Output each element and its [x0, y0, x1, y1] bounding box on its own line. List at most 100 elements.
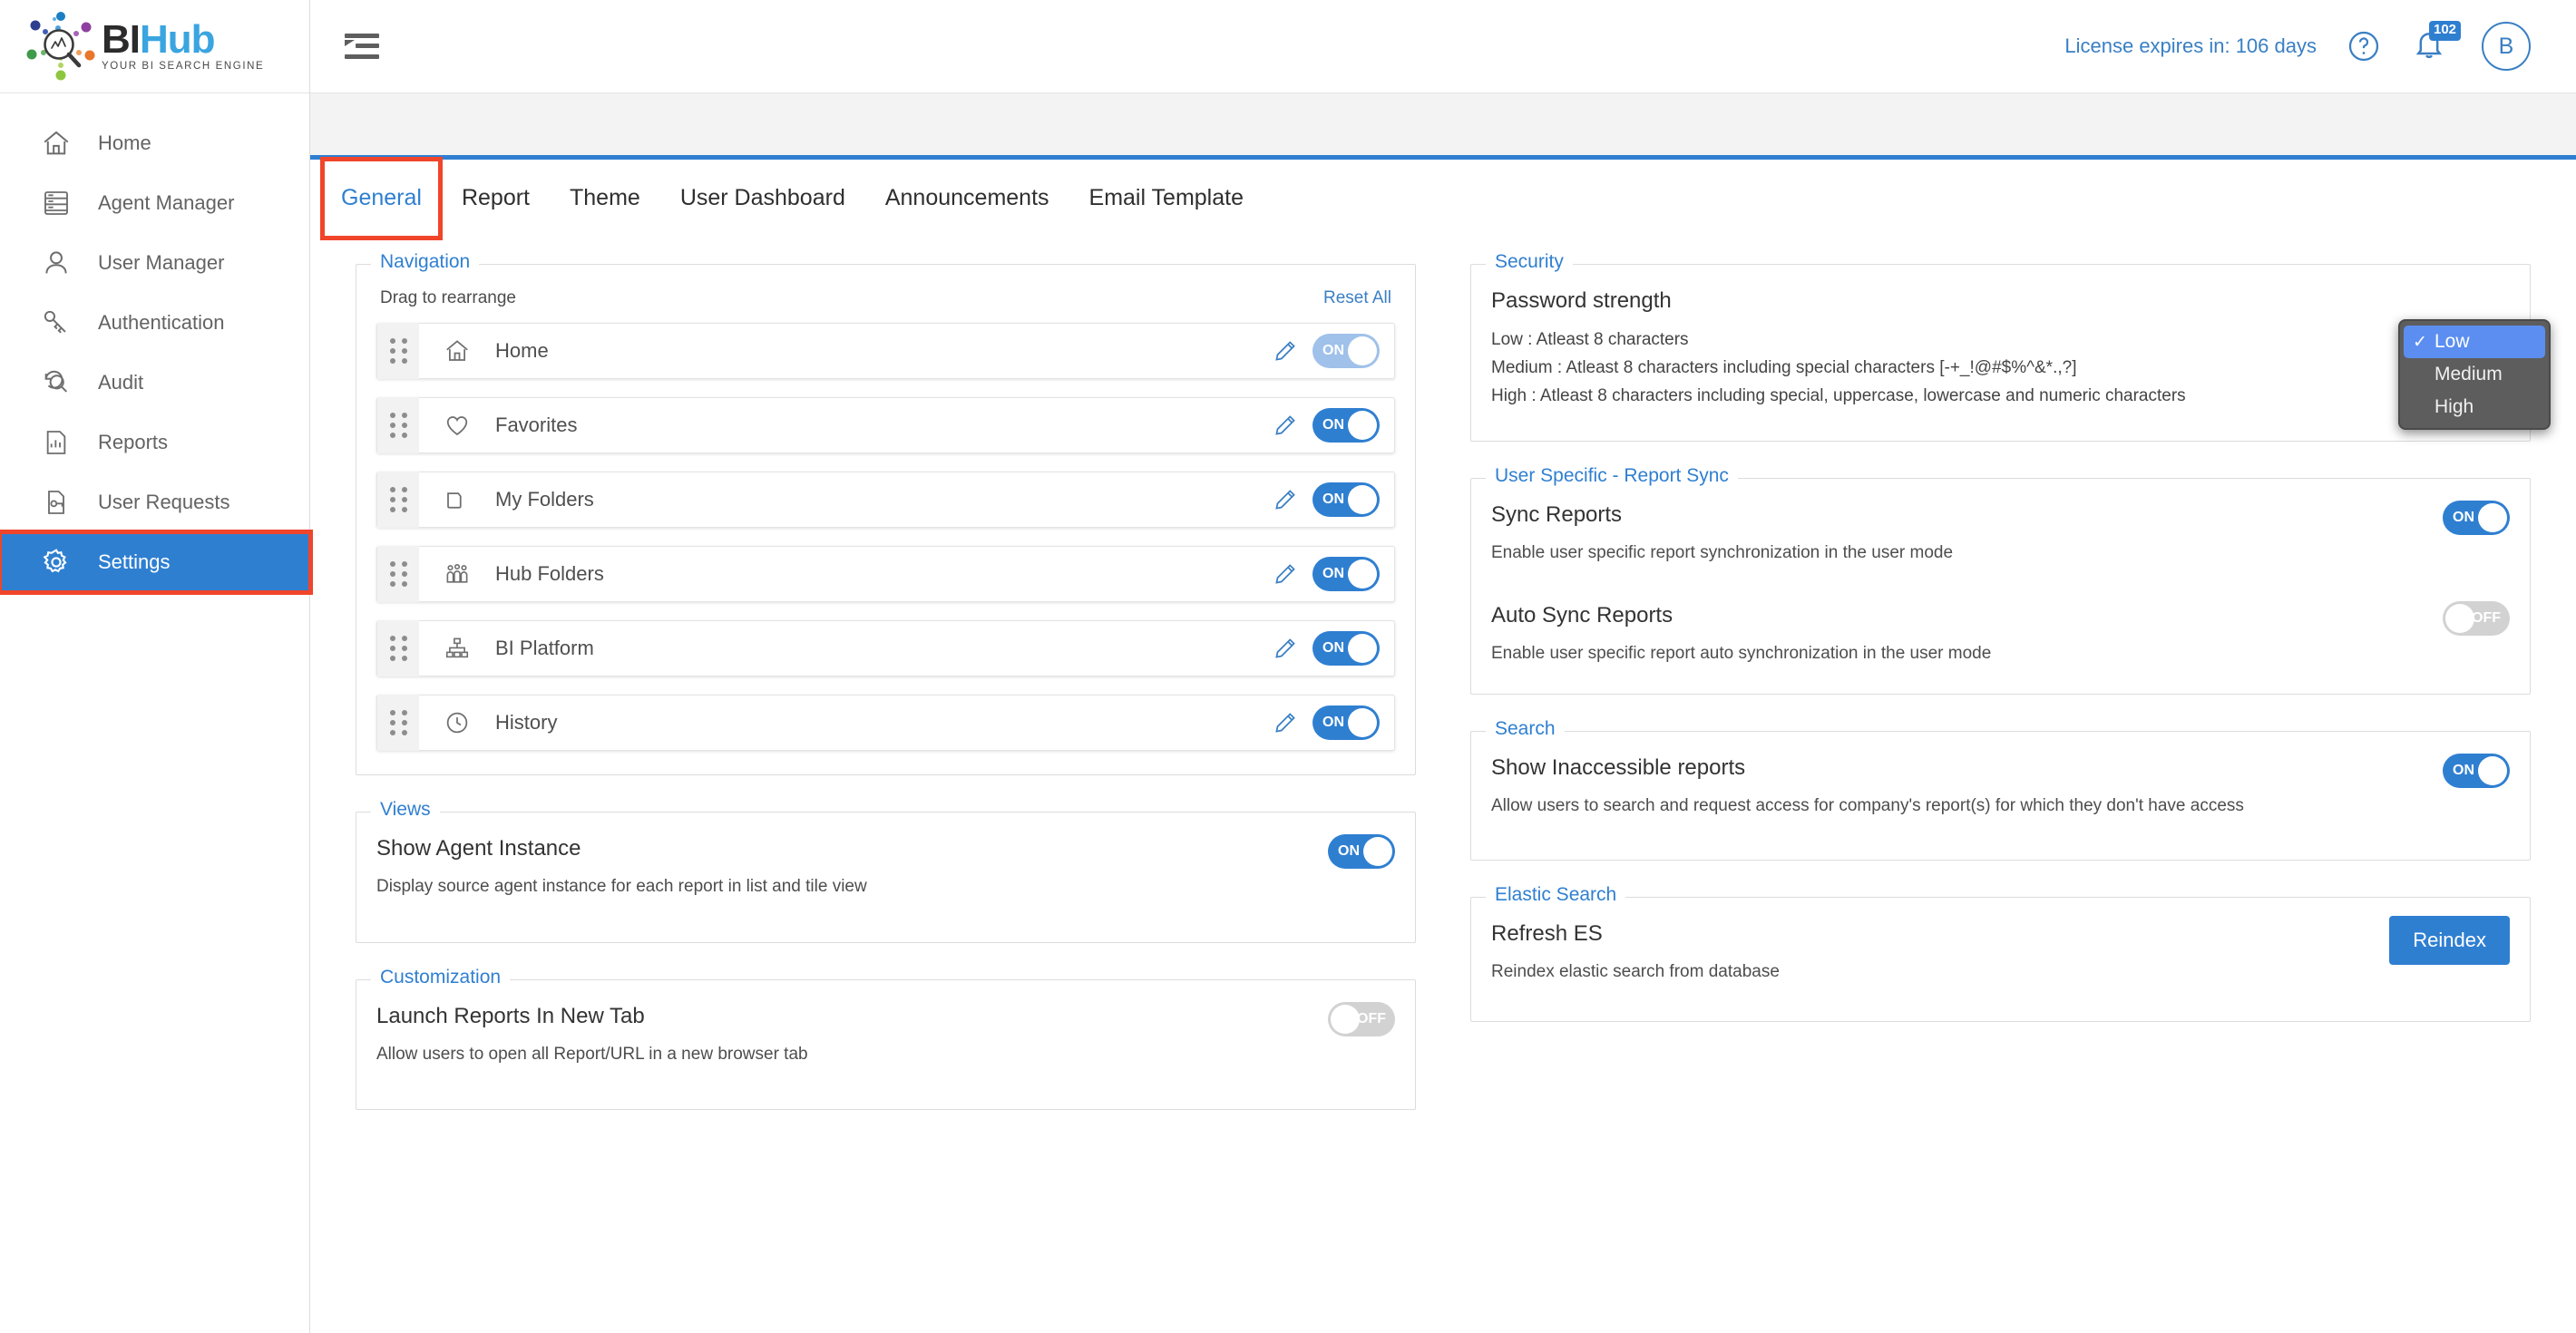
- drag-handle-icon[interactable]: [377, 620, 419, 676]
- avatar[interactable]: B: [2482, 22, 2531, 71]
- edit-pencil-icon[interactable]: [1273, 561, 1298, 587]
- nav-row-label: My Folders: [495, 488, 594, 511]
- edit-pencil-icon[interactable]: [1273, 413, 1298, 438]
- nav-toggle-hub-folders[interactable]: ON: [1312, 557, 1380, 591]
- toggle-sync-reports[interactable]: ON: [2443, 501, 2510, 536]
- password-rule-low: Low : Atleast 8 characters: [1491, 330, 1689, 349]
- notifications-button[interactable]: 102: [2411, 21, 2462, 66]
- sidebar-nav: Home Agent Manager User Manager Authenti…: [0, 93, 313, 595]
- toggle-show-agent-instance[interactable]: ON: [1328, 834, 1395, 869]
- nav-row-home[interactable]: Home ON: [376, 323, 1395, 379]
- nav-toggle-home[interactable]: ON: [1312, 334, 1380, 368]
- setting-refresh-es: Refresh ES Reindex elastic search from d…: [1491, 915, 2510, 986]
- drag-handle-icon[interactable]: [377, 397, 419, 453]
- sidebar-item-settings[interactable]: Settings: [0, 530, 313, 595]
- drag-handle-icon[interactable]: [377, 323, 419, 379]
- edit-pencil-icon[interactable]: [1273, 487, 1298, 512]
- nav-toggle-my-folders[interactable]: ON: [1312, 482, 1380, 517]
- customization-legend: Customization: [371, 966, 511, 988]
- keys-icon: [38, 305, 74, 341]
- nav-row-my-folders[interactable]: My Folders ON: [376, 472, 1395, 528]
- folder-icon: [432, 486, 483, 513]
- sidebar-item-audit[interactable]: Audit: [0, 353, 309, 413]
- nav-row-label: Hub Folders: [495, 562, 604, 585]
- search-panel: Search Show Inaccessible reports Allow u…: [1470, 718, 2531, 861]
- drag-handle-icon[interactable]: [377, 546, 419, 602]
- customization-body: Launch Reports In New Tab Allow users to…: [356, 980, 1415, 1110]
- license-status-text: License expires in: 106 days: [2064, 34, 2317, 57]
- views-panel: Views Show Agent Instance Display source…: [356, 799, 1416, 943]
- password-strength-dropdown[interactable]: Low Medium High: [2398, 319, 2551, 430]
- hamburger-collapse-icon[interactable]: [345, 28, 386, 64]
- sidebar-item-label: Authentication: [98, 311, 225, 334]
- toggle-launch-reports-new-tab[interactable]: OFF: [1328, 1001, 1395, 1036]
- search-body: Show Inaccessible reports Allow users to…: [1471, 732, 2530, 860]
- security-body: Password strength Low : Atleast 8 charac…: [1471, 265, 2530, 441]
- sidebar-item-authentication[interactable]: Authentication: [0, 293, 309, 353]
- edit-pencil-icon[interactable]: [1273, 338, 1298, 364]
- toggle-show-inaccessible-reports[interactable]: ON: [2443, 754, 2510, 789]
- tab-theme[interactable]: Theme: [550, 158, 660, 239]
- left-column: Navigation Drag to rearrange Reset All H…: [356, 251, 1416, 1333]
- request-document-icon: [38, 484, 74, 521]
- tab-email-template[interactable]: Email Template: [1069, 158, 1264, 239]
- sidebar-item-user-manager[interactable]: User Manager: [0, 233, 309, 293]
- security-legend: Security: [1486, 251, 1573, 273]
- dropdown-option-high[interactable]: High: [2404, 391, 2545, 423]
- sidebar-item-label: Settings: [98, 550, 171, 573]
- drag-handle-icon[interactable]: [377, 472, 419, 528]
- setting-description: Enable user specific report synchronizat…: [1491, 543, 1954, 563]
- tab-announcements[interactable]: Announcements: [865, 158, 1069, 239]
- edit-pencil-icon[interactable]: [1273, 636, 1298, 661]
- gear-icon: [38, 544, 74, 580]
- toggle-knob: [1348, 411, 1377, 440]
- dropdown-option-low[interactable]: Low: [2404, 326, 2545, 358]
- nav-toggle-bi-platform[interactable]: ON: [1312, 631, 1380, 666]
- elastic-search-legend: Elastic Search: [1486, 883, 1626, 906]
- heart-icon: [432, 412, 483, 439]
- logo-hub-text: Hub: [140, 16, 216, 62]
- report-chart-icon: [38, 424, 74, 461]
- setting-description: Allow users to search and request access…: [1491, 796, 2244, 816]
- tabs-spacer: [310, 93, 2576, 155]
- tab-user-dashboard[interactable]: User Dashboard: [660, 158, 865, 239]
- drag-handle-icon[interactable]: [377, 695, 419, 751]
- tab-report[interactable]: Report: [442, 158, 550, 239]
- sidebar-item-agent-manager[interactable]: Agent Manager: [0, 173, 309, 233]
- reindex-button[interactable]: Reindex: [2389, 915, 2510, 965]
- clock-icon: [432, 709, 483, 736]
- password-rule-high: High : Atleast 8 characters including sp…: [1491, 385, 2186, 405]
- nav-row-favorites[interactable]: Favorites ON: [376, 397, 1395, 453]
- elastic-search-panel: Elastic Search Refresh ES Reindex elasti…: [1470, 883, 2531, 1023]
- tab-general[interactable]: General: [320, 156, 443, 240]
- security-panel: Security Password strength Low : Atleast…: [1470, 251, 2531, 443]
- setting-show-inaccessible-reports: Show Inaccessible reports Allow users to…: [1491, 754, 2510, 820]
- app-logo[interactable]: BIHub YOUR BI SEARCH ENGINE: [0, 0, 309, 93]
- nav-row-hub-folders[interactable]: Hub Folders ON: [376, 546, 1395, 602]
- toggle-label: ON: [1322, 417, 1344, 433]
- toggle-knob: [1348, 336, 1377, 365]
- people-icon: [432, 560, 483, 588]
- setting-sync-reports: Sync Reports Enable user specific report…: [1491, 501, 2510, 567]
- logo-bi-text: BI: [102, 16, 141, 62]
- sitemap-icon: [432, 635, 483, 662]
- header-right-cluster: License expires in: 106 days 102 B: [2064, 21, 2531, 71]
- nav-toggle-favorites[interactable]: ON: [1312, 408, 1380, 443]
- notification-badge: 102: [2429, 21, 2462, 41]
- home-icon: [432, 337, 483, 365]
- sidebar-item-user-requests[interactable]: User Requests: [0, 472, 309, 532]
- sidebar-item-home[interactable]: Home: [0, 113, 309, 173]
- sidebar-item-reports[interactable]: Reports: [0, 413, 309, 472]
- dropdown-option-medium[interactable]: Medium: [2404, 358, 2545, 391]
- nav-row-history[interactable]: History ON: [376, 695, 1395, 751]
- question-circle-icon[interactable]: [2347, 30, 2380, 63]
- edit-pencil-icon[interactable]: [1273, 710, 1298, 735]
- top-header: License expires in: 106 days 102 B: [310, 0, 2576, 93]
- main-area: License expires in: 106 days 102 B Gener…: [310, 0, 2576, 1333]
- toggle-auto-sync-reports[interactable]: OFF: [2443, 600, 2510, 636]
- reset-all-link[interactable]: Reset All: [1323, 288, 1391, 308]
- nav-row-label: History: [495, 711, 558, 734]
- nav-toggle-history[interactable]: ON: [1312, 705, 1380, 740]
- settings-content: Navigation Drag to rearrange Reset All H…: [310, 237, 2576, 1333]
- nav-row-bi-platform[interactable]: BI Platform ON: [376, 620, 1395, 676]
